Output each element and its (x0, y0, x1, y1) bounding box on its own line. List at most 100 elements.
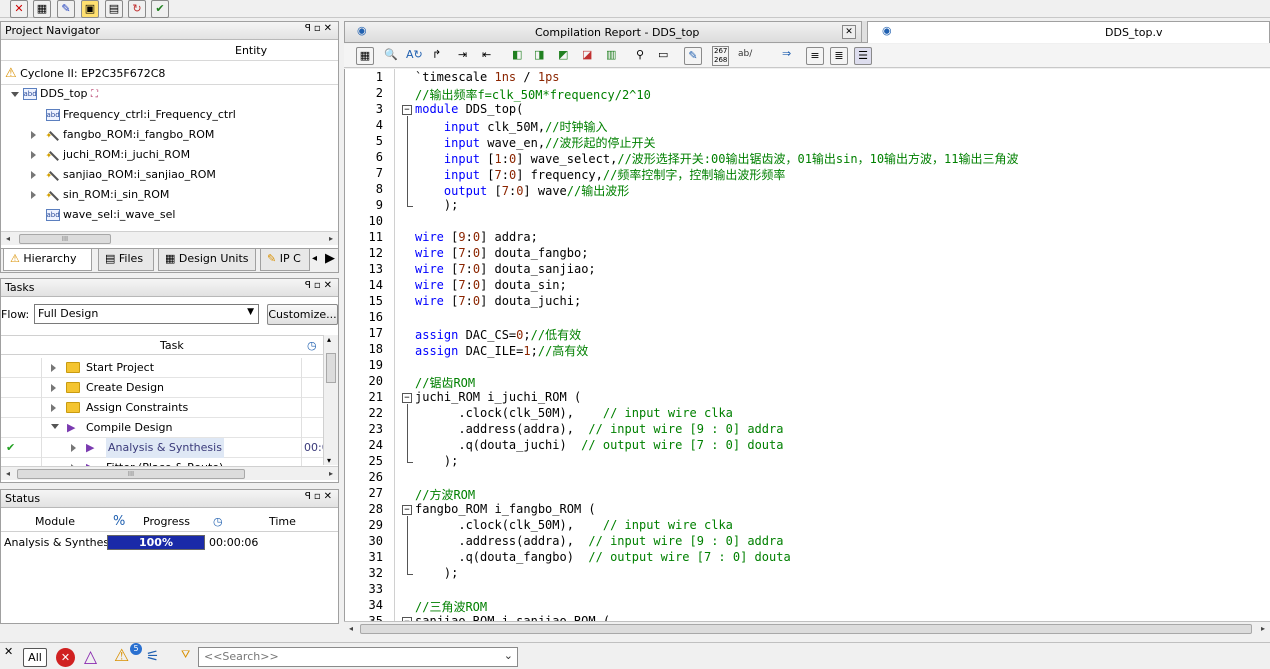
col-progress[interactable]: Progress (143, 512, 190, 531)
tab-design-units[interactable]: ▦ Design Units (158, 249, 256, 271)
code-line[interactable]: ); (415, 566, 458, 580)
code-line[interactable]: //方波ROM (415, 486, 475, 503)
entity-row[interactable]: sanjiao_ROM:i_sanjiao_ROM (1, 165, 338, 186)
checklist-icon[interactable]: ✔ (151, 0, 169, 18)
task-row[interactable]: Create Design (1, 378, 323, 398)
editor-hscrollbar[interactable]: ◂ ▸ (344, 621, 1270, 636)
code-line[interactable]: ); (415, 198, 458, 212)
hierarchy-icon[interactable]: ▦ (33, 0, 51, 18)
expand-icon[interactable] (31, 191, 36, 199)
task-row[interactable]: Start Project (1, 358, 323, 378)
entity-row[interactable]: abd Frequency_ctrl:i_Frequency_ctrl (1, 105, 338, 125)
expand-icon[interactable] (31, 151, 36, 159)
scroll-thumb[interactable]: III (17, 469, 245, 479)
error-filter-icon[interactable]: ✕ (56, 648, 75, 667)
clear-bookmark-icon[interactable]: ◪ (582, 48, 592, 61)
code-line[interactable]: fangbo_ROM i_fangbo_ROM ( (415, 502, 596, 516)
scroll-down-icon[interactable]: ▾ (327, 456, 331, 465)
fold-toggle-icon[interactable]: − (402, 505, 412, 515)
status-row[interactable]: Analysis & Synthesis 100% 00:00:06 (1, 534, 338, 552)
scroll-up-icon[interactable]: ▴ (327, 335, 331, 344)
stop-icon[interactable]: ✕ (10, 0, 28, 18)
outdent-icon[interactable]: ⇤ (482, 48, 491, 61)
compile-icon[interactable]: ▣ (81, 0, 99, 18)
entity-row[interactable]: juchi_ROM:i_juchi_ROM (1, 145, 338, 166)
expand-icon[interactable] (71, 444, 76, 452)
code-line[interactable]: juchi_ROM i_juchi_ROM ( (415, 390, 581, 404)
entity-row[interactable]: abd wave_sel:i_wave_sel (1, 205, 338, 225)
bookmark-list-icon[interactable]: ▥ (606, 48, 616, 61)
filter-all-button[interactable]: All (23, 648, 47, 667)
refresh-icon[interactable]: ↻ (128, 0, 146, 18)
scroll-icon[interactable]: ▭ (658, 48, 668, 61)
code-line[interactable]: //锯齿ROM (415, 374, 475, 391)
tab-files[interactable]: ▤ Files (98, 249, 154, 271)
template-icon[interactable]: ✎ (684, 47, 702, 65)
code-line[interactable]: wire [7:0] douta_sin; (415, 278, 567, 292)
col-time[interactable]: Time (269, 512, 296, 531)
entity-row[interactable]: sin_ROM:i_sin_ROM (1, 185, 338, 206)
spell-icon[interactable]: ab/ (738, 49, 752, 59)
col-module[interactable]: Module (35, 512, 75, 531)
play-icon[interactable]: ▶ (67, 418, 75, 438)
code-line[interactable]: wire [7:0] douta_juchi; (415, 294, 581, 308)
message-search-input[interactable]: <<Search>> ⌄ (198, 647, 518, 667)
tasks-hscrollbar[interactable]: ◂ III ▸ (1, 466, 338, 480)
arrow-right-icon[interactable]: ⇒ (782, 47, 791, 60)
entity-column-header[interactable]: Entity (1, 41, 338, 61)
next-bookmark-icon[interactable]: ◨ (534, 48, 544, 61)
code-line[interactable]: input clk_50M,//时钟输入 (415, 118, 608, 135)
expand-icon[interactable] (51, 384, 56, 392)
scroll-thumb[interactable] (360, 624, 1252, 634)
prev-bookmark-icon[interactable]: ◩ (558, 48, 568, 61)
rtl-viewer-icon[interactable]: ▤ (105, 0, 123, 18)
panel-controls[interactable]: ꟼ▫✕ (305, 23, 335, 34)
tab-ip-components[interactable]: ✎ IP C (260, 249, 310, 271)
tab-scroll-right-icon[interactable]: ▶ (325, 251, 335, 266)
scroll-right-icon[interactable]: ▸ (324, 232, 338, 246)
code-line[interactable]: .clock(clk_50M), // input wire clka (415, 406, 733, 420)
line-numbers-icon[interactable]: 267 268 (712, 46, 730, 66)
code-line[interactable]: sanjiao_ROM i_sanjiao_ROM ( (415, 614, 610, 621)
tab-compilation-report[interactable]: ◉ Compilation Report - DDS_top ✕ (344, 21, 862, 43)
code-line[interactable]: .address(addra), // input wire [9 : 0] a… (415, 422, 783, 436)
code-line[interactable]: assign DAC_CS=0;//低有效 (415, 326, 581, 343)
expand-icon[interactable] (31, 131, 36, 139)
scroll-left-icon[interactable]: ◂ (344, 622, 358, 636)
code-line[interactable]: .q(douta_fangbo) // output wire [7 : 0] … (415, 550, 790, 564)
code-line[interactable]: ); (415, 454, 458, 468)
code-line[interactable]: input [1:0] wave_select,//波形选择开关:00输出锯齿波… (415, 150, 1019, 167)
scroll-left-icon[interactable]: ◂ (1, 232, 15, 246)
code-line[interactable]: .q(douta_juchi) // output wire [7 : 0] d… (415, 438, 783, 452)
expand-icon[interactable] (31, 171, 36, 179)
goto-icon[interactable]: ↱ (432, 48, 441, 61)
panel-controls[interactable]: ꟼ▫✕ (305, 280, 335, 291)
indent-icon[interactable]: ⇥ (458, 48, 467, 61)
code-line[interactable]: wire [7:0] douta_fangbo; (415, 246, 588, 260)
code-line[interactable]: `timescale 1ns / 1ps (415, 70, 560, 84)
scroll-right-icon[interactable]: ▸ (324, 467, 338, 481)
code-line[interactable]: .clock(clk_50M), // input wire clka (415, 518, 733, 532)
code-line[interactable]: input [7:0] frequency,//频率控制字，控制输出波形频率 (415, 166, 785, 183)
edit-icon[interactable]: ✎ (57, 0, 75, 18)
fold-toggle-icon[interactable]: − (402, 105, 412, 115)
close-icon[interactable]: ✕ (4, 645, 13, 658)
code-line[interactable]: wire [9:0] addra; (415, 230, 538, 244)
suppress-filter-icon[interactable]: ⚟ (146, 647, 159, 665)
expand-icon[interactable] (51, 404, 56, 412)
critical-warning-filter-icon[interactable]: △ (84, 647, 97, 667)
task-column-header[interactable]: Task ◷ (1, 335, 323, 355)
wrap-icon[interactable]: ☰ (854, 47, 872, 65)
code-line[interactable]: module DDS_top( (415, 102, 523, 116)
code-line[interactable]: wire [7:0] douta_sanjiao; (415, 262, 596, 276)
tab-hierarchy[interactable]: ⚠ Hierarchy (3, 249, 92, 271)
close-icon[interactable]: ✕ (842, 25, 856, 39)
flow-select[interactable]: Full Design ▼ (34, 304, 259, 324)
play-icon[interactable]: ▶ (86, 438, 94, 458)
bookmark-icon[interactable]: ◧ (512, 48, 522, 61)
code-line[interactable]: assign DAC_ILE=1;//高有效 (415, 342, 588, 359)
scroll-left-icon[interactable]: ◂ (1, 467, 15, 481)
navigator-hscrollbar[interactable]: ◂ III ▸ (1, 231, 338, 245)
attach-icon[interactable]: ⚲ (636, 48, 644, 61)
task-row[interactable]: ▶ Compile Design (1, 418, 323, 438)
